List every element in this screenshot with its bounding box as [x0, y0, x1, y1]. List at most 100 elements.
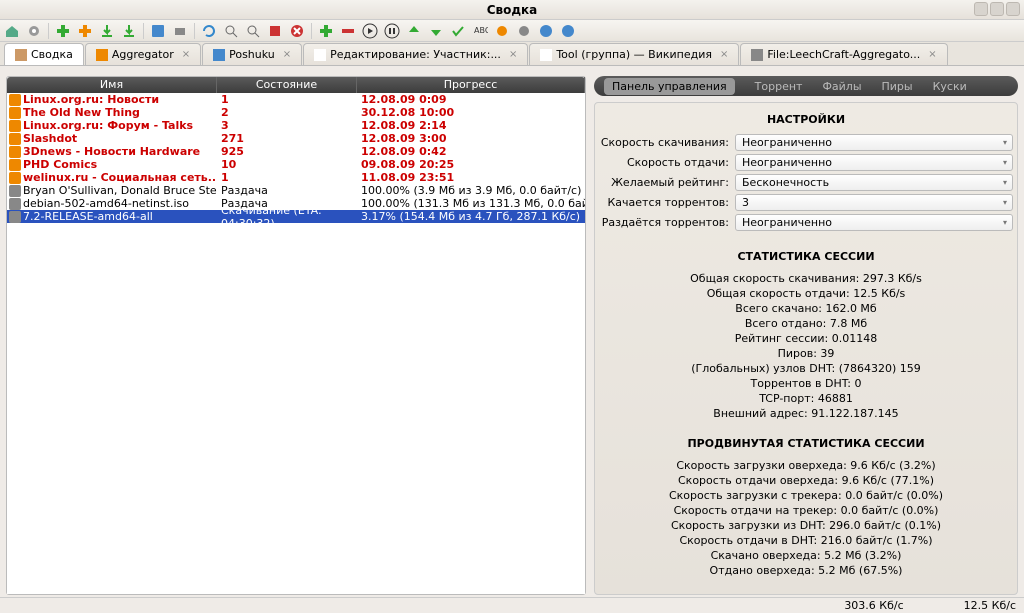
tab-4[interactable]: Tool (группа) — Википедия×	[529, 43, 739, 65]
setting-combo-4[interactable]: Неограниченно	[735, 214, 1013, 231]
home-icon[interactable]	[4, 23, 20, 39]
tab-5[interactable]: File:LeechCraft-Aggregato...×	[740, 43, 947, 65]
feed-icon	[9, 172, 21, 184]
col-name[interactable]: Имя	[7, 77, 217, 93]
panel-tabs: Панель управления Торрент Файлы Пиры Куски	[594, 76, 1018, 96]
maximize-icon[interactable]	[990, 2, 1004, 16]
zoom-in-icon[interactable]	[223, 23, 239, 39]
table-row[interactable]: PHD Comics1009.08.09 20:25	[7, 158, 585, 171]
table-row[interactable]: Bryan O'Sullivan, Donald Bruce Stewar...…	[7, 184, 585, 197]
panel-tab-0[interactable]: Панель управления	[604, 78, 735, 95]
table-header: Имя Состояние Прогресс	[7, 77, 585, 93]
icon-a[interactable]	[494, 23, 510, 39]
table-row[interactable]: 3Dnews - Новости Hardware92512.08.09 0:4…	[7, 145, 585, 158]
row-progress: 100.00% (131.3 Мб из 131.3 Мб, 0.0 байт	[357, 197, 585, 210]
row-name: The Old New Thing	[23, 106, 140, 119]
save-icon[interactable]	[150, 23, 166, 39]
remove-icon[interactable]	[340, 23, 356, 39]
add2-icon[interactable]	[318, 23, 334, 39]
adv-stat-line: Отдано оверхеда: 5.2 Мб (67.5%)	[599, 563, 1013, 578]
stat-line: (Глобальных) узлов DHT: (7864320) 159	[599, 361, 1013, 376]
table-row[interactable]: welinux.ru - Социальная сеть...111.08.09…	[7, 171, 585, 184]
tab-close-icon[interactable]: ×	[928, 49, 936, 60]
stat-line: Торрентов в DHT: 0	[599, 376, 1013, 391]
tabbar: СводкаAggregator×Poshuku×Редактирование:…	[0, 42, 1024, 66]
row-state: 925	[217, 145, 357, 158]
row-name: Linux.org.ru: Новости	[23, 93, 159, 106]
setting-combo-3[interactable]: 3	[735, 194, 1013, 211]
panel-tab-4[interactable]: Куски	[933, 80, 967, 93]
table-row[interactable]: Linux.org.ru: Новости112.08.09 0:09	[7, 93, 585, 106]
add-icon[interactable]	[55, 23, 71, 39]
settings-title: НАСТРОЙКИ	[599, 107, 1013, 134]
row-progress: 12.08.09 3:00	[357, 132, 585, 145]
feed-icon	[9, 94, 21, 106]
torrent-icon	[9, 211, 21, 223]
play-icon[interactable]	[362, 23, 378, 39]
zoom-out-icon[interactable]	[245, 23, 261, 39]
cancel-icon[interactable]	[289, 23, 305, 39]
separator	[194, 23, 195, 39]
row-progress: 12.08.09 0:42	[357, 145, 585, 158]
setting-combo-2[interactable]: Бесконечность	[735, 174, 1013, 191]
row-progress: 30.12.08 10:00	[357, 106, 585, 119]
pause-icon[interactable]	[384, 23, 400, 39]
window-title: Сводка	[487, 3, 538, 17]
tab-close-icon[interactable]: ×	[720, 49, 728, 60]
globe2-icon[interactable]	[560, 23, 576, 39]
splitter[interactable]	[588, 76, 592, 597]
tab-close-icon[interactable]: ×	[283, 49, 291, 60]
panel-tab-3[interactable]: Пиры	[882, 80, 913, 93]
setting-combo-0[interactable]: Неограниченно	[735, 134, 1013, 151]
table-row[interactable]: Slashdot 27112.08.09 3:00	[7, 132, 585, 145]
down-icon[interactable]	[428, 23, 444, 39]
row-name: welinux.ru - Социальная сеть...	[23, 171, 217, 184]
refresh-icon[interactable]	[201, 23, 217, 39]
tab-close-icon[interactable]: ×	[509, 49, 517, 60]
print-icon[interactable]	[172, 23, 188, 39]
adv-stat-line: Скорость загрузки из DHT: 296.0 байт/с (…	[599, 518, 1013, 533]
stat-line: Пиров: 39	[599, 346, 1013, 361]
feed-icon	[9, 133, 21, 145]
adv-stat-line: Скачано оверхеда: 5.2 Мб (3.2%)	[599, 548, 1013, 563]
tab-close-icon[interactable]: ×	[182, 49, 190, 60]
spell-icon[interactable]: ABC	[472, 23, 488, 39]
setting-label: Желаемый рейтинг:	[599, 176, 735, 189]
row-progress: 09.08.09 20:25	[357, 158, 585, 171]
download2-icon[interactable]	[121, 23, 137, 39]
table-row[interactable]: 7.2-RELEASE-amd64-allСкачивание (ETA: 04…	[7, 210, 585, 223]
tab-0[interactable]: Сводка	[4, 43, 84, 65]
add-orange-icon[interactable]	[77, 23, 93, 39]
check-icon[interactable]	[450, 23, 466, 39]
globe-icon[interactable]	[538, 23, 554, 39]
table-row[interactable]: The Old New Thing230.12.08 10:00	[7, 106, 585, 119]
col-state[interactable]: Состояние	[217, 77, 357, 93]
panel-tab-2[interactable]: Файлы	[822, 80, 861, 93]
stat-line: Внешний адрес: 91.122.187.145	[599, 406, 1013, 421]
download-icon[interactable]	[99, 23, 115, 39]
tab-2[interactable]: Poshuku×	[202, 43, 302, 65]
setting-label: Раздаётся торрентов:	[599, 216, 735, 229]
close-icon[interactable]	[1006, 2, 1020, 16]
row-progress: 3.17% (154.4 Мб из 4.7 Гб, 287.1 Кб/с)	[357, 210, 585, 223]
stop-icon[interactable]	[267, 23, 283, 39]
table-body: Linux.org.ru: Новости112.08.09 0:09The O…	[7, 93, 585, 594]
stat-line: Всего отдано: 7.8 Мб	[599, 316, 1013, 331]
tab-3[interactable]: Редактирование: Участник:...×	[303, 43, 528, 65]
panel-tab-1[interactable]: Торрент	[755, 80, 803, 93]
minimize-icon[interactable]	[974, 2, 988, 16]
col-progress[interactable]: Прогресс	[357, 77, 585, 93]
row-progress: 12.08.09 2:14	[357, 119, 585, 132]
up-icon[interactable]	[406, 23, 422, 39]
adv-stat-line: Скорость загрузки оверхеда: 9.6 Кб/с (3.…	[599, 458, 1013, 473]
row-state: 271	[217, 132, 357, 145]
table-row[interactable]: Linux.org.ru: Форум - Talks312.08.09 2:1…	[7, 119, 585, 132]
row-name: Slashdot	[23, 132, 77, 145]
titlebar: Сводка	[0, 0, 1024, 20]
setting-combo-1[interactable]: Неограниченно	[735, 154, 1013, 171]
icon-b[interactable]	[516, 23, 532, 39]
setting-label: Скорость скачивания:	[599, 136, 735, 149]
gear-icon[interactable]	[26, 23, 42, 39]
statusbar: 303.6 Кб/с 12.5 Кб/с	[0, 597, 1024, 613]
tab-1[interactable]: Aggregator×	[85, 43, 201, 65]
